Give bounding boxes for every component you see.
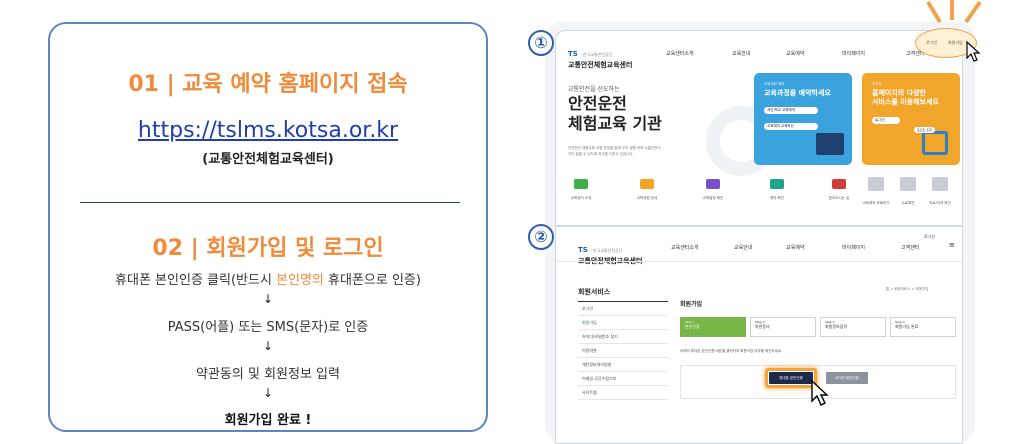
nav-customer-center[interactable]: 고객센터: [901, 244, 919, 251]
nav-education-info[interactable]: 교육안내: [734, 244, 752, 251]
site-logo[interactable]: TS 한국교통안전공단 교통안전체험교육센터: [568, 41, 632, 70]
sidebar-item-find-id[interactable]: 아이디/비밀번호 찾기: [578, 330, 668, 344]
flow-step-terms: 약관동의 및 회원정보 입력: [196, 367, 340, 382]
point-badge: 포인트 조회: [914, 127, 935, 133]
step-label: 본인인증: [685, 324, 700, 329]
nav-education-center[interactable]: 교육센터소개: [671, 244, 699, 251]
nav-mypage[interactable]: 마이페이지: [842, 244, 865, 251]
card-title: 홈페이지의 다양한: [872, 89, 926, 97]
personal-reserve-button[interactable]: 개인/학교 교육예약: [764, 107, 818, 114]
certificate-icon[interactable]: [900, 177, 916, 191]
step-marker-2: ②: [528, 224, 554, 250]
lock-icon: [922, 131, 948, 155]
schedule-icon[interactable]: [706, 179, 720, 189]
ipin-auth-button[interactable]: 아이핀 본인인증: [826, 372, 868, 384]
step-label: 회원가입 완료: [895, 324, 919, 329]
nav-education-center[interactable]: 교육센터소개: [666, 50, 694, 57]
icon-label: 교육일정 확인: [702, 196, 724, 200]
icon-label: 자료/자격 확인: [929, 201, 951, 205]
sidebar: 로그인 회원가입 아이디/비밀번호 찾기 이용약관 개인정보처리방침 이메일 무…: [578, 301, 668, 400]
course-info-icon[interactable]: [640, 179, 654, 189]
books-icon: [816, 133, 844, 155]
icon-label: 찾아오시는 길: [828, 196, 850, 200]
nav-mypage[interactable]: 마이페이지: [842, 50, 865, 57]
card-label: 포인트: [872, 82, 882, 86]
mouse-cursor-icon: [966, 40, 981, 62]
info-card: 01 | 교육 예약 홈페이지 접속 https://tslms.kotsa.o…: [48, 22, 488, 432]
reservation-check-icon[interactable]: [770, 179, 784, 189]
login-link[interactable]: 로그인: [926, 40, 937, 46]
map-icon[interactable]: [832, 179, 846, 189]
group-reserve-button[interactable]: 교육예약 교육하는: [764, 123, 818, 130]
card-label: 교육과정 예약: [764, 82, 785, 86]
step-2-terms: Step 2 약관동의: [750, 317, 816, 337]
services-card[interactable]: 포인트 홈페이지의 다양한 서비스를 이용해보세요 로그인 포인트 조회: [862, 73, 960, 165]
flow-step-phone-auth: 휴대폰 본인인증 클릭(반드시 본인명의 휴대폰으로 인증): [50, 269, 486, 288]
signup-screenshot: TS 한국교통안전공단 교통안전체험교육센터 교육센터소개 교육안내 교육예약 …: [555, 226, 963, 444]
flow-step-complete: 회원가입 완료 !: [224, 413, 312, 428]
menu-icon[interactable]: ≡: [949, 241, 955, 249]
sidebar-item-login[interactable]: 로그인: [578, 302, 668, 316]
down-arrow-icon: ↓: [262, 292, 274, 306]
page-title: 회원가입: [680, 301, 703, 308]
signup-notice: 아래의 휴대폰 본인인증 버튼을 클릭하여 회원가입 여부를 확인하세요.: [680, 349, 783, 353]
flow-highlight: 본인명의: [276, 273, 324, 288]
down-arrow-icon: ↓: [262, 386, 274, 400]
homepage-screenshot: TS 한국교통안전공단 교통안전체험교육센터 교육센터소개 교육안내 교육예약 …: [555, 30, 963, 226]
hero-tagline: 교통안전을 선도하는: [568, 86, 620, 93]
site-url-link[interactable]: https://tslms.kotsa.or.kr: [50, 118, 486, 143]
reservation-card[interactable]: 교육과정 예약 교육과정을 예약하세요 개인/학교 교육예약 교육예약 교육하는: [754, 73, 852, 165]
logo-title: 교통안전체험교육센터: [568, 61, 633, 69]
nav-education-info[interactable]: 교육안내: [732, 50, 750, 57]
step-label: 회원정보입력: [825, 324, 848, 329]
join-link[interactable]: 회원가입: [948, 40, 963, 46]
down-arrow-icon: ↓: [262, 339, 274, 353]
divider: [80, 202, 460, 203]
arrow-left: [926, 0, 942, 24]
icon-label: 예약 확인: [770, 196, 784, 200]
hero-title-line2: 체험교육 기관: [568, 114, 662, 133]
flow-step-pass: PASS(어플) 또는 SMS(문자)로 인증: [167, 320, 369, 335]
step-label: 약관동의: [755, 324, 770, 329]
step1-title: 01 | 교육 예약 홈페이지 접속: [128, 72, 408, 97]
icon-label: 교육센터 소개: [570, 196, 592, 200]
icon-label: 교육과정 안내: [636, 196, 658, 200]
step-1-auth: Step 1 본인인증: [680, 317, 746, 337]
sidebar-item-terms[interactable]: 이용약관: [578, 344, 668, 358]
license-icon[interactable]: [932, 177, 948, 191]
logo-mark: TS: [568, 50, 578, 58]
logo-mark: TS: [578, 246, 588, 254]
hero-title-line1: 안전운전: [568, 94, 627, 113]
nav-reservation[interactable]: 교육예약: [786, 244, 804, 251]
flow-text: 휴대폰으로 인증): [323, 273, 421, 288]
hero-desc-2: 자리 잡을 수 있도록 최선을 다하고 있습니다.: [568, 152, 634, 156]
step-marker-1: ①: [528, 30, 554, 56]
step-4-complete: Step 4 회원가입 완료: [890, 317, 956, 337]
step-3-info: Step 3 회원정보입력: [820, 317, 886, 337]
login-pill-button[interactable]: 로그인: [872, 117, 900, 124]
nav-reservation[interactable]: 교육예약: [786, 50, 804, 57]
card-title: 서비스를 이용해보세요: [872, 98, 939, 106]
logo-org: 한국교통안전공단: [582, 52, 613, 57]
inquiry-icon[interactable]: [868, 177, 884, 191]
logo-org: 한국교통안전공단: [592, 248, 623, 253]
sidebar-item-signup[interactable]: 회원가입: [578, 316, 668, 330]
breadcrumb: 홈 > 회원서비스 > 회원가입: [886, 287, 929, 291]
center-intro-icon[interactable]: [574, 179, 588, 189]
flow-text: 휴대폰 본인인증 클릭(반드시: [115, 273, 277, 288]
sidebar-item-sitemap[interactable]: 사이트맵: [578, 386, 668, 400]
site-name: (교통안전체험교육센터): [202, 152, 334, 167]
sidebar-item-email-policy[interactable]: 이메일 무단수집거부: [578, 372, 668, 386]
mouse-cursor-icon: [811, 379, 829, 406]
step2-title: 02 | 회원가입 및 로그인: [152, 236, 384, 261]
phone-auth-button[interactable]: 휴대폰 본인인증: [769, 372, 813, 384]
login-link[interactable]: 로그인: [924, 234, 935, 240]
sidebar-title: 회원서비스: [578, 288, 611, 296]
sidebar-item-privacy[interactable]: 개인정보처리방침: [578, 358, 668, 372]
card-title: 교육과정을 예약하세요: [764, 89, 831, 97]
hero-desc-1: 안전운전 체험교육 과정 운영을 통해 우리 생활 속에 교통안전이: [568, 146, 661, 150]
header-divider: [556, 261, 962, 262]
arrow-right: [964, 0, 982, 24]
